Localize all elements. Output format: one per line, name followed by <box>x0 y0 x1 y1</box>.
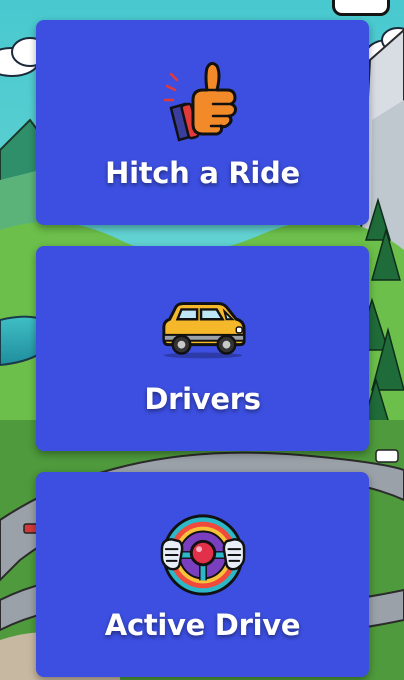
main-menu: Hitch a Ride Drivers Active Drive <box>36 0 369 680</box>
hitch-a-ride-label: Hitch a Ride <box>105 156 300 190</box>
active-drive-button[interactable]: Active Drive <box>36 472 369 677</box>
steering-wheel-icon <box>158 510 248 600</box>
car-icon <box>158 284 248 374</box>
thumbs-up-icon <box>158 58 248 148</box>
drivers-button[interactable]: Drivers <box>36 246 369 451</box>
drivers-label: Drivers <box>144 382 261 416</box>
hitch-a-ride-button[interactable]: Hitch a Ride <box>36 20 369 225</box>
active-drive-label: Active Drive <box>104 608 301 642</box>
